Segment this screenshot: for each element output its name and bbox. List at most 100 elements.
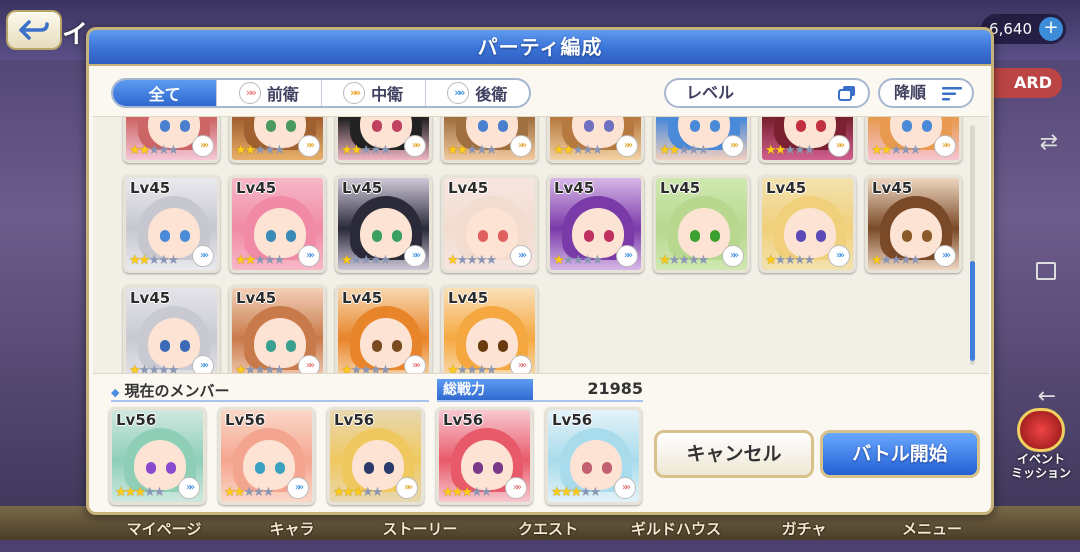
roster-scroll-thumb[interactable] bbox=[970, 261, 975, 361]
star-rating: ★★★★★ bbox=[129, 363, 179, 374]
party-member-card[interactable]: Lv56 ★★★★★»» bbox=[327, 407, 424, 505]
sort-select-icon bbox=[838, 86, 855, 101]
roster-character-card[interactable]: ★★★★★»» bbox=[335, 117, 432, 163]
roster-character-card[interactable]: Lv45 ★★★★★»» bbox=[335, 175, 432, 273]
roster-scrollbar[interactable] bbox=[970, 125, 975, 365]
back-position-icon: »» bbox=[934, 245, 956, 267]
character-roster[interactable]: ★★★★★»» ★★★★★»» ★★★★★»» ★★★★★»» ★★★★★»» ★★★★★… bbox=[93, 116, 989, 374]
star-rating: ★★★★★ bbox=[659, 253, 709, 268]
tab-middle[interactable]: »» 中衛 bbox=[322, 80, 426, 106]
tab-all-label: 全て bbox=[148, 85, 181, 104]
star-rating: ★★★★★ bbox=[115, 485, 165, 500]
event-mission-label-2: ミッション bbox=[1010, 466, 1071, 480]
party-member-card[interactable]: Lv56 ★★★★★»» bbox=[436, 407, 533, 505]
star-icon: ★ bbox=[148, 253, 160, 268]
character-eye bbox=[392, 340, 402, 352]
position-filter-tabs: 全て »» 前衛 »» 中衛 »» 後衛 bbox=[111, 78, 531, 108]
sort-key-dropdown[interactable]: レベル bbox=[664, 78, 870, 108]
back-button[interactable] bbox=[6, 10, 62, 50]
event-mission-button[interactable]: イベント ミッション bbox=[1006, 408, 1076, 480]
swap-icon[interactable]: ⇄ bbox=[1040, 130, 1058, 155]
character-level: Lv45 bbox=[872, 179, 913, 197]
star-icon: ★ bbox=[880, 143, 893, 158]
star-icon: ★ bbox=[369, 363, 382, 374]
mid-position-icon: »» bbox=[396, 477, 418, 499]
back-position-icon: »» bbox=[510, 245, 532, 267]
star-icon: ★ bbox=[262, 485, 275, 500]
star-icon: ★ bbox=[697, 143, 710, 158]
star-icon: ★ bbox=[129, 253, 141, 268]
back-position-icon: »» bbox=[298, 245, 320, 267]
tab-middle-label: 中衛 bbox=[371, 85, 404, 104]
current-members-heading: ◆ 現在のメンバー bbox=[111, 380, 229, 401]
roster-character-card[interactable]: ★★★★★»» bbox=[547, 117, 644, 163]
front-position-icon: »» bbox=[238, 82, 261, 104]
star-icon: ★ bbox=[553, 253, 565, 268]
roster-character-card[interactable]: Lv45 ★★★★★»» bbox=[547, 175, 644, 273]
roster-character-card[interactable]: Lv45 ★★★★★»» bbox=[653, 175, 750, 273]
star-icon: ★ bbox=[687, 143, 700, 158]
star-icon: ★ bbox=[360, 363, 372, 374]
tab-all[interactable]: 全て bbox=[113, 80, 218, 106]
roster-character-card[interactable]: ★★★★★»» bbox=[759, 117, 856, 163]
event-mission-icon bbox=[1017, 408, 1065, 452]
star-rating: ★★★★★ bbox=[224, 485, 275, 500]
character-level: Lv56 bbox=[116, 411, 157, 429]
star-icon: ★ bbox=[369, 253, 382, 268]
party-member-card[interactable]: Lv56 ★★★★★»» bbox=[218, 407, 315, 505]
star-icon: ★ bbox=[562, 143, 575, 158]
party-member-card[interactable]: Lv56 ★★★★★»» bbox=[545, 407, 642, 505]
tab-back[interactable]: »» 後衛 bbox=[426, 80, 529, 106]
back-position-icon: »» bbox=[828, 245, 850, 267]
back-arrow-icon-side[interactable]: ← bbox=[1038, 384, 1056, 409]
square-icon[interactable] bbox=[1036, 262, 1056, 280]
character-eye bbox=[690, 120, 700, 132]
roster-character-card[interactable]: Lv45 ★★★★★»» bbox=[229, 175, 326, 273]
roster-character-card[interactable]: ★★★★★»» bbox=[653, 117, 750, 163]
roster-character-card[interactable]: Lv45 ★★★★★»» bbox=[123, 285, 220, 374]
star-icon: ★ bbox=[456, 363, 469, 374]
character-eye bbox=[584, 120, 594, 132]
star-icon: ★ bbox=[793, 253, 806, 268]
star-rating: ★★★★★ bbox=[341, 363, 391, 374]
card-button[interactable]: ARD bbox=[982, 68, 1062, 98]
cancel-button[interactable]: キャンセル bbox=[654, 430, 814, 478]
character-eye bbox=[146, 462, 156, 474]
star-icon: ★ bbox=[148, 363, 160, 374]
character-level: Lv45 bbox=[342, 289, 383, 307]
star-rating: ★★★★★ bbox=[333, 485, 384, 500]
star-icon: ★ bbox=[244, 143, 257, 158]
star-icon: ★ bbox=[890, 143, 902, 158]
character-eye bbox=[478, 340, 488, 352]
star-icon: ★ bbox=[371, 485, 384, 500]
roster-character-card[interactable]: ★★★★★»» bbox=[865, 117, 962, 163]
star-icon: ★ bbox=[581, 253, 594, 268]
mid-position-icon: »» bbox=[722, 135, 744, 157]
roster-character-card[interactable]: ★★★★★»» bbox=[123, 117, 220, 163]
roster-character-card[interactable]: ★★★★★»» bbox=[441, 117, 538, 163]
roster-character-card[interactable]: ★★★★★»» bbox=[229, 117, 326, 163]
character-eye bbox=[160, 340, 170, 352]
roster-character-card[interactable]: Lv45 ★★★★★»» bbox=[441, 285, 538, 374]
roster-character-card[interactable]: Lv45 ★★★★★»» bbox=[229, 285, 326, 373]
character-eye bbox=[180, 230, 190, 242]
star-icon: ★ bbox=[115, 485, 127, 500]
star-icon: ★ bbox=[591, 253, 604, 268]
roster-character-card[interactable]: Lv45 ★★★★★»» bbox=[335, 285, 432, 374]
star-icon: ★ bbox=[273, 143, 286, 158]
roster-character-card[interactable]: Lv45 ★★★★★»» bbox=[123, 175, 220, 273]
back-position-icon: »» bbox=[178, 477, 200, 499]
party-member-card[interactable]: Lv56 ★★★★★ »» bbox=[109, 407, 206, 505]
character-eye bbox=[922, 230, 932, 242]
battle-start-button[interactable]: バトル開始 bbox=[820, 430, 980, 478]
tab-front[interactable]: »» 前衛 bbox=[217, 80, 322, 106]
sort-order-toggle[interactable]: 降順 bbox=[878, 78, 974, 108]
star-icon: ★ bbox=[167, 143, 180, 158]
character-eye bbox=[922, 120, 932, 132]
add-currency-button[interactable]: + bbox=[1039, 17, 1063, 41]
roster-character-card[interactable]: Lv45 ★★★★★»» bbox=[865, 175, 962, 273]
roster-character-card[interactable]: Lv45 ★★★★★»» bbox=[441, 175, 538, 273]
back-position-icon: »» bbox=[404, 245, 426, 267]
roster-character-card[interactable]: Lv45 ★★★★★»» bbox=[759, 175, 856, 273]
star-icon: ★ bbox=[263, 253, 276, 268]
